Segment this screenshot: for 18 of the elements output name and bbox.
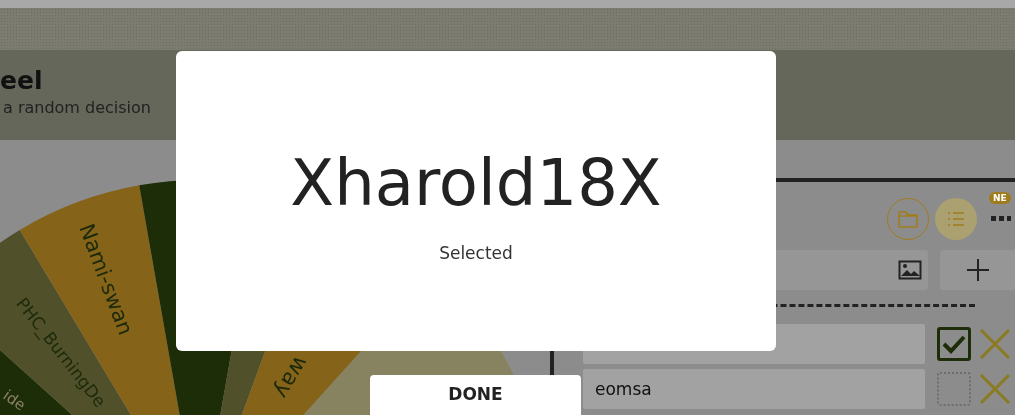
dialog-subtitle: Selected — [439, 243, 513, 263]
entry-field[interactable]: eomsa — [583, 369, 925, 409]
delete-icon[interactable] — [979, 373, 1011, 405]
list-button[interactable] — [935, 198, 977, 240]
delete-icon[interactable] — [979, 328, 1011, 360]
new-badge: NE — [989, 192, 1011, 204]
plus-icon — [966, 259, 989, 281]
checkbox[interactable] — [937, 372, 971, 406]
more-icon[interactable] — [991, 216, 1011, 222]
folder-icon — [897, 208, 919, 230]
checkbox[interactable] — [937, 327, 971, 361]
add-button[interactable] — [940, 250, 1015, 290]
image-icon[interactable] — [898, 260, 922, 280]
list-icon — [947, 211, 965, 227]
app-title: eel — [0, 65, 43, 97]
done-button[interactable]: DONE — [370, 375, 581, 415]
selected-name: Xharold18X — [290, 145, 662, 222]
app-subtitle: a random decision — [3, 98, 151, 117]
